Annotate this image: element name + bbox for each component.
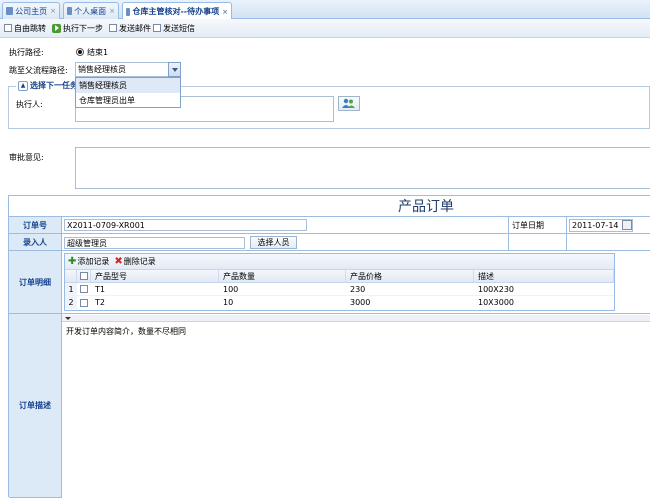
entry-input[interactable]: 超级管理员 bbox=[64, 237, 245, 249]
exec-path-value: 结束1 bbox=[87, 48, 109, 57]
col-price[interactable]: 产品价格 bbox=[346, 270, 474, 282]
row-checkbox[interactable] bbox=[80, 298, 88, 307]
tab-personal-desktop[interactable]: 个人桌面 × bbox=[63, 2, 119, 19]
send-mail-label: 发送邮件 bbox=[119, 23, 151, 33]
collapse-icon[interactable]: ▲ bbox=[18, 80, 28, 91]
order-date-cell: 2011-07-14 bbox=[567, 217, 650, 234]
next-task-legend-label: 选择下一任务 bbox=[30, 81, 78, 90]
add-icon: ✚ bbox=[68, 256, 77, 267]
col-desc[interactable]: 描述 bbox=[474, 270, 614, 282]
cell-model: T2 bbox=[95, 298, 105, 307]
checkbox-icon[interactable] bbox=[4, 24, 12, 32]
task-icon bbox=[126, 7, 131, 16]
dropdown-option[interactable]: 销售经理核员 bbox=[76, 78, 180, 93]
tab-label: 仓库主管核对--待办事项 bbox=[132, 7, 220, 16]
tab-company-home[interactable]: 公司主页 × bbox=[2, 2, 60, 19]
empty-cell bbox=[567, 234, 650, 251]
next-step-button[interactable]: 执行下一步 bbox=[52, 23, 103, 34]
detail-label: 订单明细 bbox=[9, 251, 62, 314]
add-record-button[interactable]: 添加记录 bbox=[77, 256, 109, 267]
select-person-button[interactable]: 选择人员 bbox=[250, 236, 297, 249]
order-date-label: 订单日期 bbox=[509, 217, 567, 234]
next-step-label: 执行下一步 bbox=[63, 23, 103, 33]
chevron-down-icon[interactable] bbox=[168, 62, 181, 77]
table-row[interactable]: 1 T1 100 230 100X230 bbox=[65, 283, 614, 296]
cell-price: 3000 bbox=[350, 298, 371, 307]
executor-label: 执行人: bbox=[16, 100, 43, 109]
cell-qty: 10 bbox=[223, 298, 234, 307]
detail-cell: ✚ 添加记录 ✖ 删除记录 产品型号 产品数量 产品价格 描述 1 T1 100 bbox=[62, 251, 650, 314]
caret-down-icon[interactable] bbox=[65, 317, 71, 320]
users-icon bbox=[342, 98, 355, 108]
delete-icon: ✖ bbox=[114, 256, 123, 267]
col-model[interactable]: 产品型号 bbox=[91, 270, 219, 282]
jump-path-label: 跳至父流程路径: bbox=[9, 66, 68, 75]
row-number: 1 bbox=[65, 283, 77, 295]
delete-record-button[interactable]: 删除记录 bbox=[124, 256, 156, 267]
cell-model: T1 bbox=[95, 284, 105, 294]
play-icon bbox=[52, 23, 61, 33]
send-mail-checkbox[interactable]: 发送邮件 bbox=[109, 23, 151, 34]
empty-cell bbox=[509, 234, 567, 251]
select-executor-button[interactable] bbox=[338, 96, 360, 111]
entry-cell: 超级管理员 选择人员 bbox=[62, 234, 509, 251]
desc-cell: 开发订单内容简介，数量不尽相同 bbox=[62, 314, 650, 498]
free-jump-label: 自由跳转 bbox=[14, 23, 46, 33]
jump-path-value: 销售经理核员 bbox=[78, 65, 126, 74]
calendar-icon[interactable] bbox=[622, 220, 632, 230]
tab-warehouse-check[interactable]: 仓库主管核对--待办事项 × bbox=[122, 2, 232, 20]
entry-label: 录入人 bbox=[9, 234, 62, 251]
cell-qty: 100 bbox=[223, 284, 239, 294]
tab-strip: 公司主页 × 个人桌面 × 仓库主管核对--待办事项 × bbox=[0, 0, 650, 20]
approval-label: 审批意见: bbox=[9, 153, 44, 162]
home-icon bbox=[6, 7, 14, 15]
order-no-cell: X2011-0709-XR001 bbox=[62, 217, 509, 234]
checkbox-icon[interactable] bbox=[109, 24, 117, 32]
tab-label: 个人桌面 bbox=[74, 6, 107, 16]
approval-textarea[interactable] bbox=[75, 147, 650, 189]
jump-path-dropdown: 销售经理核员 仓库管理员出单 bbox=[75, 77, 181, 108]
jump-path-select[interactable]: 销售经理核员 bbox=[75, 62, 181, 77]
send-sms-label: 发送短信 bbox=[163, 23, 195, 33]
exec-path-label: 执行路径: bbox=[9, 48, 44, 57]
row-checkbox[interactable] bbox=[80, 285, 88, 293]
table-row[interactable]: 2 T2 10 3000 10X3000 bbox=[65, 296, 614, 309]
cell-desc: 10X3000 bbox=[478, 298, 515, 307]
grid-toolbar: ✚ 添加记录 ✖ 删除记录 bbox=[65, 254, 614, 270]
desktop-icon bbox=[67, 7, 73, 15]
free-jump-checkbox[interactable]: 自由跳转 bbox=[4, 23, 46, 34]
select-all-checkbox[interactable] bbox=[79, 272, 88, 280]
send-sms-checkbox[interactable]: 发送短信 bbox=[153, 23, 195, 34]
close-icon[interactable]: × bbox=[222, 8, 228, 16]
exec-path-radio[interactable] bbox=[76, 48, 84, 56]
checkbox-icon[interactable] bbox=[153, 24, 161, 32]
row-number: 2 bbox=[65, 296, 77, 309]
col-qty[interactable]: 产品数量 bbox=[219, 270, 346, 282]
editor-toolbar bbox=[62, 315, 650, 322]
dropdown-option[interactable]: 仓库管理员出单 bbox=[76, 93, 180, 108]
tab-label: 公司主页 bbox=[15, 6, 48, 16]
next-task-legend[interactable]: ▲ 选择下一任务 bbox=[16, 80, 80, 91]
order-no-input[interactable]: X2011-0709-XR001 bbox=[64, 219, 307, 231]
desc-editor[interactable]: 开发订单内容简介，数量不尽相同 bbox=[62, 322, 650, 498]
detail-grid: ✚ 添加记录 ✖ 删除记录 产品型号 产品数量 产品价格 描述 1 T1 100 bbox=[64, 253, 615, 311]
radio-dot-icon bbox=[78, 50, 82, 54]
cell-price: 230 bbox=[350, 284, 366, 294]
toolbar: 自由跳转 执行下一步 发送邮件 发送短信 bbox=[0, 19, 650, 38]
close-icon[interactable]: × bbox=[109, 7, 115, 15]
order-title: 产品订单 bbox=[9, 196, 650, 217]
close-icon[interactable]: × bbox=[50, 7, 56, 15]
grid-header: 产品型号 产品数量 产品价格 描述 bbox=[65, 270, 614, 283]
order-form: 产品订单 订单号 X2011-0709-XR001 订单日期 2011-07-1… bbox=[8, 195, 650, 498]
cell-desc: 100X230 bbox=[478, 284, 515, 294]
order-no-label: 订单号 bbox=[9, 217, 62, 234]
desc-label: 订单描述 bbox=[9, 314, 62, 498]
